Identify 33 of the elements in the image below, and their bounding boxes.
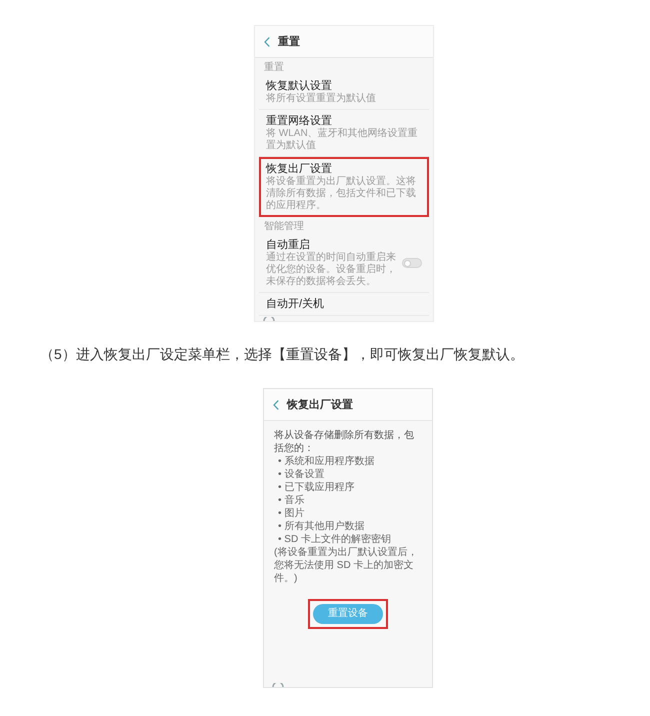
note-text: (将设备重置为出厂默认设置后，您将无法使用 SD 卡上的加密文件。): [274, 546, 418, 585]
back-icon[interactable]: [273, 400, 279, 410]
bullet-item: • 系统和应用程序数据: [277, 455, 376, 468]
settings-item[interactable]: 自动开/关机: [259, 293, 429, 316]
item-subtitle: 将 WLAN、蓝牙和其他网络设置重置为默认值: [266, 128, 419, 152]
back-icon[interactable]: [264, 36, 270, 46]
step-caption: （5）进入恢复出厂设定菜单栏，选择【重置设备】，即可恢复出厂恢复默认。: [40, 345, 525, 364]
intro-text: 将从设备存储删除所有数据，包括您的：: [274, 429, 415, 455]
settings-item[interactable]: 自动重启 通过在设置的时间自动重启来优化您的设备。设备重启时，未保存的数据将会丢失。: [259, 234, 429, 293]
item-title: 重置网络设置: [266, 114, 333, 128]
settings-item[interactable]: 重置网络设置 将 WLAN、蓝牙和其他网络设置重置为默认值: [259, 110, 429, 157]
bullet-item: • SD 卡上文件的解密密钥: [277, 533, 392, 546]
bullet-item: • 已下载应用程序: [277, 481, 356, 494]
bullet-item: • 音乐: [277, 494, 306, 507]
screen-title: 恢复出厂设置: [287, 398, 353, 412]
item-subtitle: 将所有设置重置为默认值: [266, 93, 377, 105]
item-title: 恢复默认设置: [266, 79, 333, 92]
toggle-switch[interactable]: [402, 258, 422, 268]
item-subtitle: 将设备重置为出厂默认设置。这将清除所有数据，包括文件和已下载的应用程序。: [266, 176, 417, 212]
item-title: 自动重启: [266, 238, 311, 252]
settings-item[interactable]: 恢复默认设置 将所有设置重置为默认值: [259, 75, 429, 110]
screen-title: 重置: [278, 34, 300, 48]
settings-item[interactable]: 恢复出厂设置 将设备重置为出厂默认设置。这将清除所有数据，包括文件和已下载的应用程序。: [259, 157, 429, 217]
arc-icon: [263, 317, 275, 321]
item-title: 自动开/关机: [266, 297, 326, 311]
section-label: 智能管理: [263, 220, 305, 234]
section-label: 重置: [263, 60, 285, 75]
item-subtitle: 通过在设置的时间自动重启来优化您的设备。设备重启时，未保存的数据将会丢失。: [266, 252, 397, 288]
bullet-item: • 所有其他用户数据: [277, 520, 366, 533]
bullet-item: • 设备设置: [277, 468, 326, 481]
item-title: 恢复出厂设置: [266, 162, 333, 176]
bullet-item: • 图片: [277, 507, 306, 520]
arc-icon: [272, 683, 284, 687]
